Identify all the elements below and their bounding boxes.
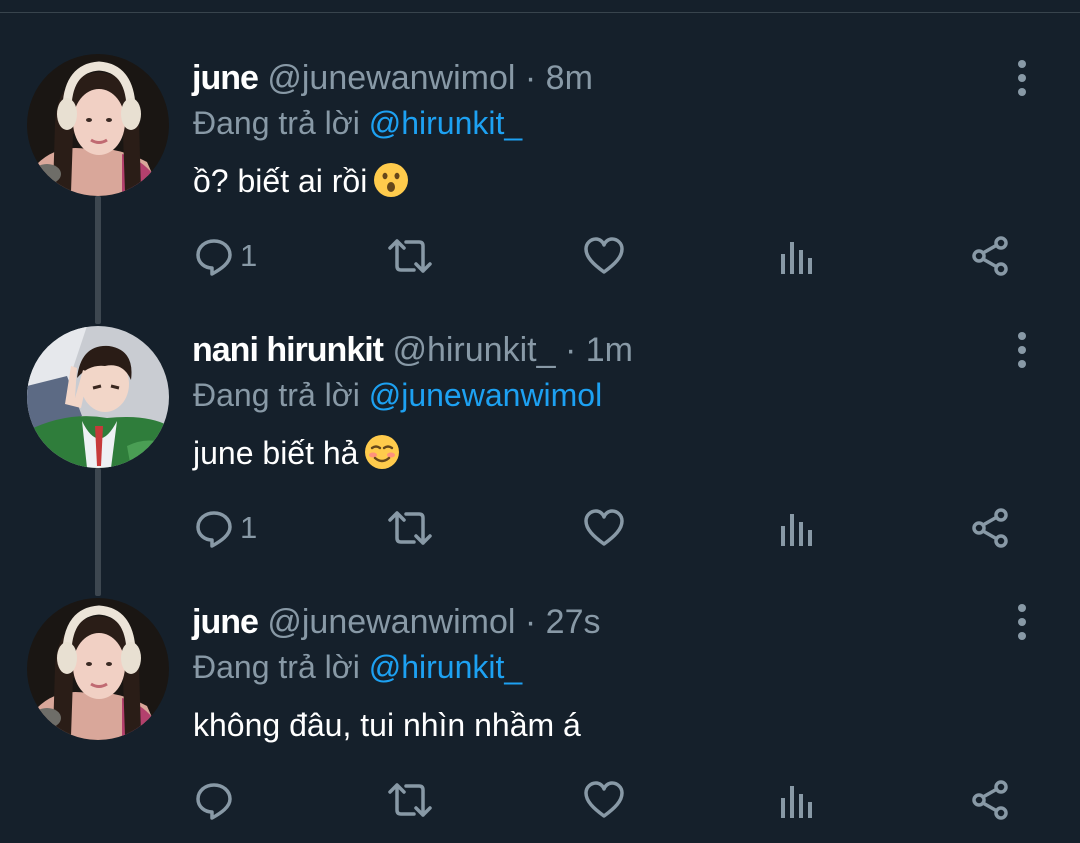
replying-to: Đang trả lời @hirunkit_ bbox=[193, 647, 522, 687]
timestamp[interactable]: 1m bbox=[586, 331, 633, 369]
separator-dot: · bbox=[524, 59, 537, 97]
tweet-text-content: ồ? biết ai rồi bbox=[193, 163, 368, 199]
display-name[interactable]: nani hirunkit bbox=[192, 331, 384, 369]
replying-to-label: Đang trả lời bbox=[193, 377, 360, 413]
analytics-button[interactable] bbox=[778, 776, 814, 824]
tweet[interactable]: june @junewanwimol · 27s Đang trả lời @h… bbox=[0, 544, 1080, 820]
share-icon bbox=[972, 780, 1008, 820]
retweet-icon bbox=[388, 511, 432, 545]
tweet-header: june @junewanwimol · 27s bbox=[192, 602, 600, 642]
reply-icon bbox=[196, 511, 232, 548]
tweet-text-content: không đâu, tui nhìn nhầm á bbox=[193, 707, 581, 743]
tweet[interactable]: nani hirunkit @hirunkit_ · 1m Đang trả l… bbox=[0, 272, 1080, 548]
user-handle[interactable]: @junewanwimol bbox=[267, 603, 515, 641]
user-handle[interactable]: @hirunkit_ bbox=[392, 331, 555, 369]
heart-icon bbox=[584, 237, 624, 274]
timestamp[interactable]: 8m bbox=[546, 59, 593, 97]
smiling-face-emoji bbox=[364, 434, 400, 470]
reply-icon bbox=[196, 239, 232, 276]
reply-icon bbox=[196, 783, 232, 820]
more-vertical-icon bbox=[1018, 604, 1026, 640]
retweet-icon bbox=[388, 239, 432, 273]
tweet-text: không đâu, tui nhìn nhầm á bbox=[193, 703, 581, 747]
analytics-icon bbox=[781, 786, 812, 818]
separator-dot: · bbox=[524, 603, 537, 641]
tweet-header: nani hirunkit @hirunkit_ · 1m bbox=[192, 330, 633, 370]
reply-mention-link[interactable]: @hirunkit_ bbox=[369, 105, 522, 141]
replying-to-label: Đang trả lời bbox=[193, 649, 360, 685]
avatar[interactable] bbox=[27, 326, 169, 468]
display-name[interactable]: june bbox=[192, 59, 259, 97]
heart-icon bbox=[584, 509, 624, 546]
more-options-button[interactable] bbox=[1004, 328, 1040, 372]
more-vertical-icon bbox=[1018, 60, 1026, 96]
retweet-icon bbox=[388, 783, 432, 817]
reply-mention-link[interactable]: @hirunkit_ bbox=[369, 649, 522, 685]
more-options-button[interactable] bbox=[1004, 600, 1040, 644]
like-button[interactable] bbox=[583, 776, 625, 824]
avatar[interactable] bbox=[27, 598, 169, 740]
timestamp[interactable]: 27s bbox=[546, 603, 601, 641]
analytics-icon bbox=[781, 242, 812, 274]
share-icon bbox=[972, 236, 1008, 276]
tweet[interactable]: june @junewanwimol · 8m Đang trả lời @hi… bbox=[0, 0, 1080, 276]
more-options-button[interactable] bbox=[1004, 56, 1040, 100]
separator-dot: · bbox=[564, 331, 577, 369]
reply-button[interactable] bbox=[194, 776, 234, 824]
tweet-header: june @junewanwimol · 8m bbox=[192, 58, 593, 98]
replying-to: Đang trả lời @junewanwimol bbox=[193, 375, 602, 415]
display-name[interactable]: june bbox=[192, 603, 259, 641]
replying-to: Đang trả lời @hirunkit_ bbox=[193, 103, 522, 143]
retweet-button[interactable] bbox=[386, 776, 434, 824]
more-vertical-icon bbox=[1018, 332, 1026, 368]
user-handle[interactable]: @junewanwimol bbox=[267, 59, 515, 97]
tweet-text: june biết hả bbox=[193, 431, 400, 475]
share-icon bbox=[972, 508, 1008, 548]
tweet-text: ồ? biết ai rồi bbox=[193, 159, 409, 203]
tweet-text-content: june biết hả bbox=[193, 435, 359, 471]
reply-count: 1 bbox=[240, 510, 258, 545]
surprised-face-emoji bbox=[373, 162, 409, 198]
action-bar bbox=[0, 776, 1080, 824]
reply-count: 1 bbox=[240, 238, 258, 273]
heart-icon bbox=[584, 781, 624, 818]
replying-to-label: Đang trả lời bbox=[193, 105, 360, 141]
avatar[interactable] bbox=[27, 54, 169, 196]
analytics-icon bbox=[781, 514, 812, 546]
reply-mention-link[interactable]: @junewanwimol bbox=[369, 377, 602, 413]
share-button[interactable] bbox=[970, 776, 1012, 824]
